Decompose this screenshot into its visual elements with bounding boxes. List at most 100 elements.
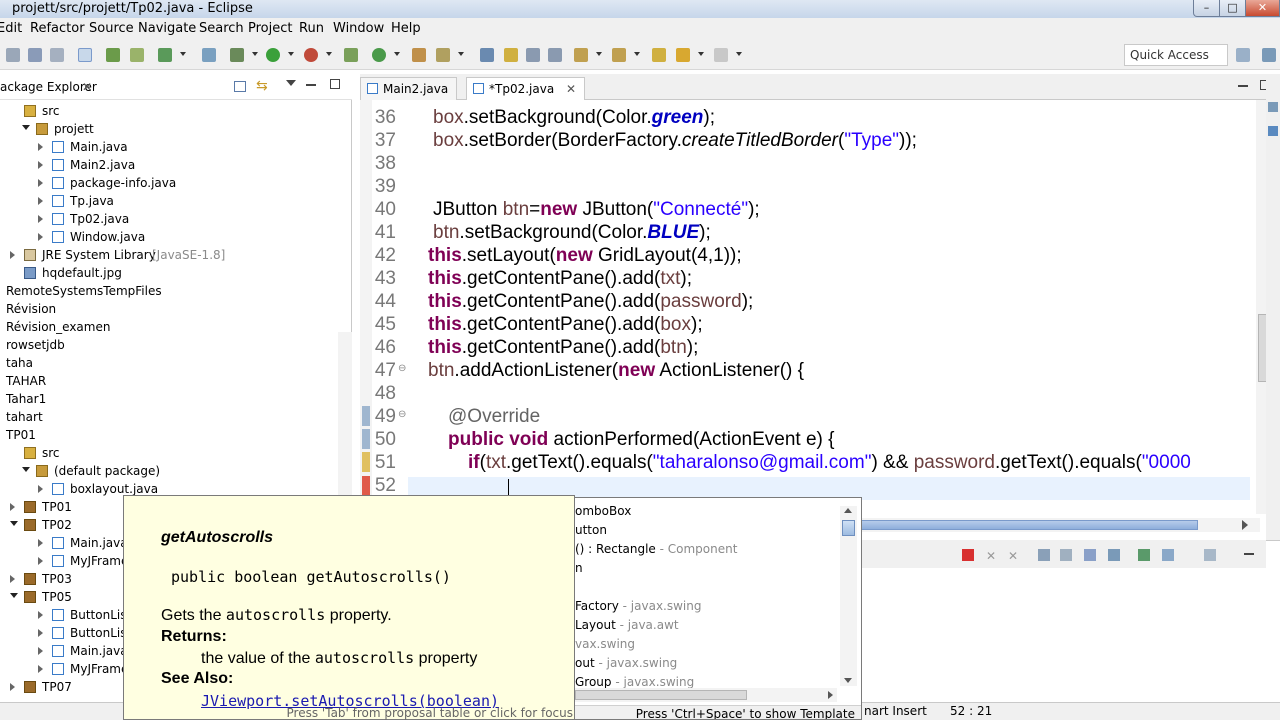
minimize-button[interactable]: – — [1193, 0, 1220, 17]
pencil-icon[interactable] — [504, 48, 518, 62]
collapsed-twisty-icon[interactable] — [38, 179, 43, 187]
run-icon[interactable] — [266, 48, 280, 62]
back-icon[interactable] — [676, 48, 690, 62]
tree-item[interactable]: Main2.java — [0, 156, 336, 174]
task-list-icon[interactable] — [1268, 126, 1278, 136]
refresh-icon[interactable] — [202, 48, 216, 62]
chevron-down-icon[interactable] — [596, 52, 602, 56]
fold-toggle-icon[interactable]: ⊖ — [398, 363, 406, 374]
check-icon[interactable] — [158, 48, 172, 62]
collapsed-twisty-icon[interactable] — [38, 233, 43, 241]
menu-edit[interactable]: Edit — [0, 21, 22, 36]
java-perspective-icon[interactable] — [1262, 48, 1276, 62]
collapsed-twisty-icon[interactable] — [38, 611, 43, 619]
scroll-up-icon[interactable] — [844, 508, 852, 513]
clear-console-icon[interactable] — [1038, 549, 1050, 561]
open-perspective-icon[interactable] — [1236, 48, 1250, 62]
new-package-icon[interactable] — [372, 48, 386, 62]
tree-item[interactable]: Tp02.java — [0, 210, 336, 228]
terminate-icon[interactable] — [962, 549, 974, 561]
chevron-down-icon[interactable] — [394, 52, 400, 56]
close-icon[interactable]: ✕ — [82, 80, 92, 94]
proposal-item[interactable]: Layout - java.awt — [575, 616, 679, 635]
scroll-right-icon[interactable] — [1242, 520, 1248, 530]
prev-annotation-icon[interactable] — [612, 48, 626, 62]
fold-toggle-icon[interactable]: ⊖ — [398, 409, 406, 420]
chevron-down-icon[interactable] — [698, 52, 704, 56]
expanded-twisty-icon[interactable] — [10, 593, 18, 598]
minimize-icon[interactable] — [1238, 85, 1248, 87]
chevron-down-icon[interactable] — [180, 52, 186, 56]
proposal-hscroll-thumb[interactable] — [575, 690, 747, 700]
proposal-item[interactable]: () : Rectangle - Component — [575, 540, 737, 559]
proposal-scroll-thumb[interactable] — [842, 520, 855, 536]
forward-icon[interactable] — [714, 48, 728, 62]
expanded-twisty-icon[interactable] — [22, 125, 30, 130]
collapsed-twisty-icon[interactable] — [38, 539, 43, 547]
content-assist-popup[interactable]: omboBox utton () : Rectangle - Component n F… — [574, 497, 862, 720]
tree-item[interactable]: Révision_examen — [0, 318, 336, 336]
collapse-all-icon[interactable] — [234, 81, 246, 92]
tree-item[interactable]: projett — [0, 120, 336, 138]
tree-item[interactable]: Tahar1 — [0, 390, 336, 408]
proposal-item[interactable]: utton — [575, 521, 607, 540]
tree-item[interactable]: JRE System Library [JavaSE-1.8] — [0, 246, 336, 264]
javadoc-hover-popup[interactable]: getAutoscrolls public boolean getAutoscr… — [123, 495, 575, 720]
proposal-item[interactable]: n — [575, 559, 583, 578]
block-select-icon[interactable] — [526, 48, 540, 62]
outline-icon[interactable] — [1268, 102, 1278, 112]
menu-navigate[interactable]: Navigate — [138, 21, 196, 36]
tree-item[interactable]: rowsetjdb — [0, 336, 336, 354]
show-on-output-icon[interactable] — [1108, 549, 1120, 561]
proposal-item[interactable]: omboBox — [575, 502, 631, 521]
remove-all-icon[interactable]: ✕ — [1008, 549, 1020, 563]
collapsed-twisty-icon[interactable] — [38, 665, 43, 673]
tab-main2[interactable]: Main2.java — [360, 77, 458, 100]
minimize-icon[interactable] — [1244, 553, 1254, 555]
open-console-icon[interactable] — [1204, 549, 1216, 561]
menu-search[interactable]: Search — [199, 21, 244, 36]
menu-refactor[interactable]: Refactor — [30, 21, 85, 36]
search-icon[interactable] — [436, 48, 450, 62]
collapsed-twisty-icon[interactable] — [38, 647, 43, 655]
proposal-item[interactable]: Factory - javax.swing — [575, 597, 701, 616]
scroll-down-icon[interactable] — [844, 678, 852, 683]
annotation-icon[interactable] — [480, 48, 494, 62]
new-class-icon[interactable] — [344, 48, 358, 62]
menu-project[interactable]: Project — [248, 21, 292, 36]
menu-source[interactable]: Source — [89, 21, 134, 36]
collapsed-twisty-icon[interactable] — [38, 197, 43, 205]
open-type-icon[interactable] — [412, 48, 426, 62]
collapsed-twisty-icon[interactable] — [10, 251, 15, 259]
link-with-editor-icon[interactable]: ⇆ — [256, 78, 268, 94]
build-icon[interactable] — [106, 48, 120, 62]
tree-item[interactable]: taha — [0, 354, 336, 372]
collapsed-twisty-icon[interactable] — [38, 485, 43, 493]
chevron-down-icon[interactable] — [458, 52, 464, 56]
tree-item[interactable]: src — [0, 102, 336, 120]
tree-item[interactable]: RemoteSystemsTempFiles — [0, 282, 336, 300]
chevron-down-icon[interactable] — [634, 52, 640, 56]
close-window-button[interactable]: ✕ — [1245, 0, 1280, 17]
next-annotation-icon[interactable] — [574, 48, 588, 62]
chevron-down-icon[interactable] — [288, 52, 294, 56]
tree-item[interactable]: (default package) — [0, 462, 336, 480]
chevron-down-icon[interactable] — [326, 52, 332, 56]
tree-item[interactable]: package-info.java — [0, 174, 336, 192]
tree-item[interactable]: TAHAR — [0, 372, 336, 390]
external-tools-icon[interactable] — [304, 48, 318, 62]
menu-window[interactable]: Window — [333, 21, 384, 36]
toggle-mark-icon[interactable] — [78, 48, 92, 62]
editor-hscroll-thumb[interactable] — [860, 520, 1198, 530]
collapsed-twisty-icon[interactable] — [38, 557, 43, 565]
close-tab-icon[interactable]: ✕ — [566, 82, 576, 96]
menu-run[interactable]: Run — [299, 21, 324, 36]
scroll-lock-icon[interactable] — [1060, 549, 1072, 561]
word-wrap-icon[interactable] — [1084, 549, 1096, 561]
tab-tp02[interactable]: *Tp02.java ✕ — [466, 77, 586, 100]
scroll-right-icon[interactable] — [828, 691, 833, 699]
minimize-icon[interactable] — [306, 84, 316, 86]
chevron-down-icon[interactable] — [252, 52, 258, 56]
collapsed-twisty-icon[interactable] — [38, 629, 43, 637]
collapsed-twisty-icon[interactable] — [10, 683, 15, 691]
